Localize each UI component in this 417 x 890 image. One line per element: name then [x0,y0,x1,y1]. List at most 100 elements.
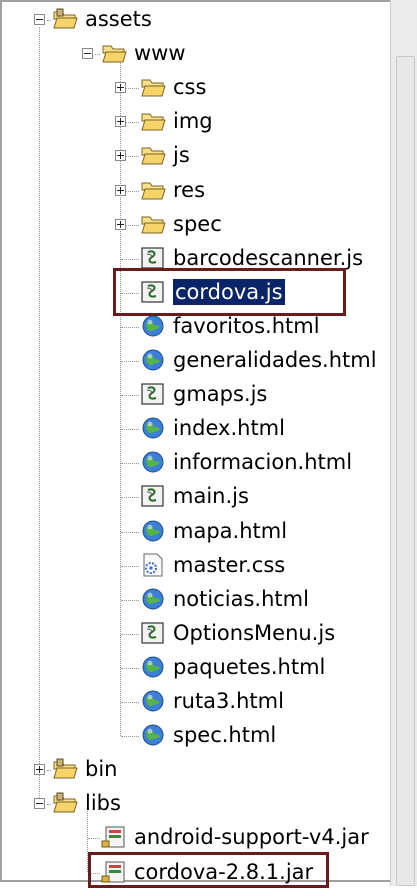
folder-icon [101,41,127,65]
folder-icon [140,143,166,167]
package-folder-icon [52,7,78,31]
tree-branch-line [47,804,51,806]
web-file-icon [140,416,166,440]
tree-branch-line [121,463,139,465]
tree-item-label: spec.html [173,723,277,748]
web-file-icon [140,689,166,713]
tree-item[interactable]: generalidades.html [0,344,390,378]
expand-toggle-icon[interactable] [115,116,126,128]
script-file-icon [140,484,166,508]
tree-item-label: gmaps.js [173,382,268,407]
tree-item[interactable]: bin [0,753,390,787]
tree-branch-line [47,20,51,21]
tree-branch-line [121,497,139,499]
collapse-toggle-icon[interactable] [34,798,45,810]
tree-item[interactable]: mapa.html [0,515,390,549]
tree-item-label: generalidades.html [173,348,377,372]
tree-item[interactable]: img [0,105,390,139]
tree-item[interactable]: spec [0,208,390,242]
web-file-icon [140,450,166,474]
script-file-icon [140,246,166,270]
expand-toggle-icon[interactable] [115,184,126,196]
tree-item-label: spec [173,211,222,236]
tree-item-label: ruta3.html [173,689,284,713]
jar-file-icon [101,825,127,849]
tree-branch-line [126,88,139,90]
tree-branch-line [121,395,139,397]
tree-item[interactable]: css [0,71,390,105]
tree-item[interactable]: spec.html [0,719,390,753]
tree-item[interactable]: master.css [0,549,390,583]
web-file-icon [140,519,166,543]
tree-branch-line [126,156,139,158]
tree-item-label: OptionsMenu.js [173,620,336,645]
tree-branch-line [121,633,139,635]
tree-branch-line [126,122,139,124]
tree-branch-line [126,224,139,226]
expand-toggle-icon[interactable] [34,764,45,776]
tree-item-label: favoritos.html [173,313,320,338]
tree-branch-line [121,702,139,703]
tree-item[interactable]: js [0,139,390,173]
folder-icon [140,178,166,202]
tree-item-label: main.js [173,484,249,509]
expand-toggle-icon[interactable] [115,82,126,94]
script-file-icon [140,382,166,406]
tree-item-label: bin [85,757,118,782]
tree-item-label: res [173,177,206,202]
tree-item[interactable]: www [0,37,390,71]
web-file-icon [140,723,166,747]
tree-branch-line [95,54,100,56]
tree-item-label: css [173,75,207,100]
tree-item-label: libs [85,791,121,816]
tree-item-label: android-support-v4.jar [134,825,369,850]
highlight-box-cordova-jar [88,852,329,888]
tree-branch-line [126,190,139,192]
collapse-toggle-icon[interactable] [34,14,45,25]
tree-item[interactable]: main.js [0,480,390,514]
tree-item-label: www [134,41,186,66]
web-file-icon [140,655,166,679]
tree-item-label: js [173,143,190,168]
highlight-box-cordova-js [113,268,346,316]
web-file-icon [140,587,166,611]
package-folder-icon [52,791,78,815]
folder-icon [140,212,166,236]
tree-item-label: index.html [173,416,285,441]
tree-branch-line [121,258,139,260]
tree-item[interactable]: libs [0,787,390,821]
tree-item[interactable]: OptionsMenu.js [0,617,390,651]
web-file-icon [140,314,166,338]
tree-branch-line [47,770,51,772]
expand-toggle-icon[interactable] [115,150,126,162]
tree-item[interactable]: paquetes.html [0,651,390,685]
collapse-toggle-icon[interactable] [82,48,93,60]
package-folder-icon [52,757,78,781]
tree-branch-line [121,565,139,567]
tree-item[interactable]: gmaps.js [0,378,390,412]
tree-branch-line [121,667,139,669]
tree-branch-line [121,361,139,362]
tree-item[interactable]: assets [0,3,390,37]
css-file-icon [140,553,166,577]
expand-toggle-icon[interactable] [115,218,126,230]
tree-branch-line [121,326,139,328]
tree-item-label: assets [85,7,152,31]
tree-branch-line [88,838,100,840]
tree-branch-line [121,531,139,533]
tree-item[interactable]: noticias.html [0,583,390,617]
folder-icon [140,75,166,99]
scrollbar-thumb[interactable] [396,56,415,886]
script-file-icon [140,621,166,645]
tree-branch-line [121,429,139,431]
web-file-icon [140,348,166,372]
tree-item-label: paquetes.html [173,654,326,679]
tree-item[interactable]: android-support-v4.jar [0,821,390,855]
tree-item-label: informacion.html [173,450,353,475]
tree-item[interactable]: informacion.html [0,446,390,480]
tree-item[interactable]: ruta3.html [0,685,390,719]
tree-item[interactable]: index.html [0,412,390,446]
tree-branch-line [121,736,139,738]
tree-item[interactable]: res [0,174,390,208]
tree-item-label: img [173,109,213,134]
